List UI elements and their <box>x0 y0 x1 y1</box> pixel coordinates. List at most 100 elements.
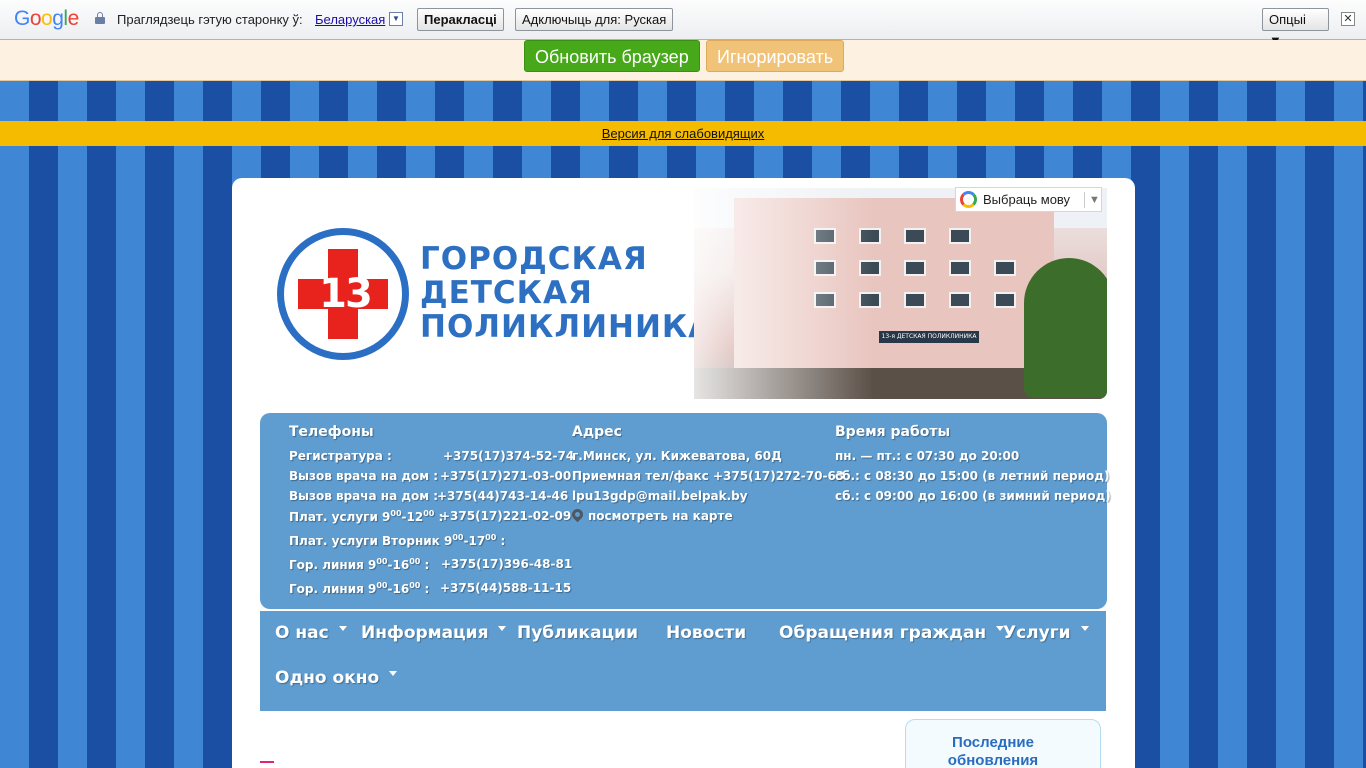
disable-translate-button[interactable]: Адключыць для: Руская <box>515 8 674 31</box>
nav-appeals-label: Обращения граждан <box>779 623 987 643</box>
line-a-2: Гор. линия 9 <box>289 582 377 596</box>
paid-services-phone[interactable]: +375(17)221-02-09 <box>440 509 571 523</box>
nav-item-news[interactable]: Новости <box>666 623 746 643</box>
line-b: -16 <box>387 558 410 572</box>
nav-item-services[interactable]: Услуги <box>1003 623 1089 643</box>
translate-language-link[interactable]: Беларуская <box>315 12 385 27</box>
phones-title: Телефоны <box>289 424 374 440</box>
logo-text: ГОРОДСКАЯ ДЕТСКАЯ ПОЛИКЛИНИКА <box>420 242 713 344</box>
hours-title: Время работы <box>835 424 951 440</box>
caret-down-icon <box>389 670 398 676</box>
google-logo: Google <box>14 7 79 30</box>
home-call-label-2: Вызов врача на дом : <box>289 489 439 503</box>
nav-item-one-window[interactable]: Одно окно <box>275 668 398 688</box>
home-call-label: Вызов врача на дом : <box>289 469 439 483</box>
site-logo[interactable]: 13 ГОРОДСКАЯ ДЕТСКАЯ ПОЛИКЛИНИКА <box>277 228 712 364</box>
nav-info-label: Информация <box>361 623 489 643</box>
contact-info-panel: Телефоны Регистратура : +375(17)374-52-7… <box>260 413 1111 609</box>
reception-phone: Приемная тел/факс +375(17)272-70-63 <box>572 469 845 483</box>
nav-item-appeals[interactable]: Обращения граждан <box>779 623 1005 643</box>
photo-window <box>949 228 971 244</box>
ignore-update-button[interactable]: Игнорировать <box>706 40 845 72</box>
logo-ring: 13 <box>277 228 409 360</box>
line-sup-a: 00 <box>376 557 388 566</box>
city-line-label-1: Гор. линия 900-1600 : <box>289 557 429 572</box>
paid-tue-b: -17 <box>463 534 486 548</box>
google-g-icon <box>960 191 977 208</box>
map-link[interactable]: посмотреть на карте <box>588 509 733 523</box>
latest-updates-title: Последние обновления <box>947 734 1039 768</box>
nav-news-label: Новости <box>666 623 747 643</box>
paid-sup-a: 00 <box>390 509 402 518</box>
hours-weekdays: пн. — пт.: с 07:30 до 20:00 <box>835 449 1020 463</box>
nav-item-publications[interactable]: Публикации <box>517 623 638 643</box>
lock-icon <box>95 12 105 25</box>
accessibility-strip: Версия для слабовидящих <box>0 121 1366 146</box>
photo-window <box>994 260 1016 276</box>
latest-updates-box[interactable]: Последние обновления <box>905 719 1101 768</box>
paid-tue-c: : <box>496 534 506 548</box>
building-photo: 13-я ДЕТСКАЯ ПОЛИКЛИНИКА <box>694 188 1107 399</box>
content-heading-marker <box>260 761 274 763</box>
photo-window <box>904 260 926 276</box>
photo-fade <box>694 188 874 399</box>
translate-options-button[interactable]: Опцыі ▼ <box>1262 8 1329 48</box>
browser-update-bar: Обновить браузер Игнорировать <box>0 40 1366 81</box>
paid-tue-a: Плат. услуги Вторник 9 <box>289 534 453 548</box>
caret-down-icon <box>1080 625 1089 631</box>
nav-one-window-label: Одно окно <box>275 668 380 688</box>
nav-publications-label: Публикации <box>517 623 638 643</box>
caret-down-icon <box>338 625 347 631</box>
hours-saturday-summer: сб.: с 08:30 до 15:00 (в летний период) <box>835 469 1110 483</box>
home-call-phone-1[interactable]: +375(17)271-03-00 <box>440 469 571 483</box>
logo-line-3: ПОЛИКЛИНИКА <box>420 309 714 345</box>
registry-label: Регистратура : <box>289 449 392 463</box>
language-dropdown-icon[interactable]: ▼ <box>389 12 403 26</box>
home-call-phone-2[interactable]: +375(44)743-14-46 <box>437 489 568 503</box>
nav-item-info[interactable]: Информация <box>361 623 507 643</box>
translate-prompt: Праглядзець гэтую старонку ў: <box>117 12 303 27</box>
chevron-down-icon: ▼ <box>1084 192 1100 208</box>
photo-window <box>994 292 1016 308</box>
accessibility-version-link[interactable]: Версия для слабовидящих <box>602 126 765 141</box>
main-container: 13 ГОРОДСКАЯ ДЕТСКАЯ ПОЛИКЛИНИКА 13-я ДЕ… <box>232 178 1135 768</box>
translate-button[interactable]: Перакласці <box>417 8 504 31</box>
update-browser-button[interactable]: Обновить браузер <box>524 40 700 72</box>
caret-down-icon <box>498 625 507 631</box>
address-title: Адрес <box>572 424 622 440</box>
photo-window <box>904 292 926 308</box>
language-selector-label: Выбраць мову <box>983 192 1071 207</box>
map-pin-icon <box>569 506 586 524</box>
city-line-phone-1[interactable]: +375(17)396-48-81 <box>441 557 572 571</box>
photo-window <box>949 260 971 276</box>
email-link[interactable]: lpu13gdp@mail.belpak.by <box>572 489 748 503</box>
registry-phone[interactable]: +375(17)374-52-74 <box>443 449 574 463</box>
language-selector[interactable]: Выбраць мову ▼ <box>955 187 1102 212</box>
paid-label-a: Плат. услуги 9 <box>289 510 391 524</box>
line-c: : <box>420 558 430 572</box>
main-nav: О нас Информация Публикации Новости Обра… <box>260 611 1106 711</box>
photo-window <box>904 228 926 244</box>
hours-saturday-winter: сб.: с 09:00 до 16:00 (в зимний период) <box>835 489 1111 503</box>
city-line-phone-2[interactable]: +375(44)588-11-15 <box>440 581 571 595</box>
nav-about-label: О нас <box>275 623 329 643</box>
close-icon[interactable]: ✕ <box>1341 12 1355 26</box>
line-sup-b-2: 00 <box>409 581 421 590</box>
line-b-2: -16 <box>387 582 410 596</box>
line-c-2: : <box>420 582 430 596</box>
paid-tue-sup-a: 00 <box>452 533 464 542</box>
paid-tuesday-label: Плат. услуги Вторник 900-1700 : <box>289 533 505 548</box>
nav-item-about[interactable]: О нас <box>275 623 347 643</box>
line-a: Гор. линия 9 <box>289 558 377 572</box>
translate-bar: Google Праглядзець гэтую старонку ў: Бел… <box>0 0 1366 48</box>
paid-tue-sup-b: 00 <box>485 533 497 542</box>
logo-line-1: ГОРОДСКАЯ <box>420 241 648 277</box>
logo-number: 13 <box>319 271 373 317</box>
photo-tree <box>1024 258 1107 398</box>
paid-sup-b: 00 <box>423 509 435 518</box>
line-sup-a-2: 00 <box>376 581 388 590</box>
address-text: г.Минск, ул. Кижеватова, 60Д <box>572 449 782 463</box>
nav-services-label: Услуги <box>1003 623 1071 643</box>
logo-line-2: ДЕТСКАЯ <box>420 275 593 311</box>
paid-services-label: Плат. услуги 900-1200 : <box>289 509 443 524</box>
